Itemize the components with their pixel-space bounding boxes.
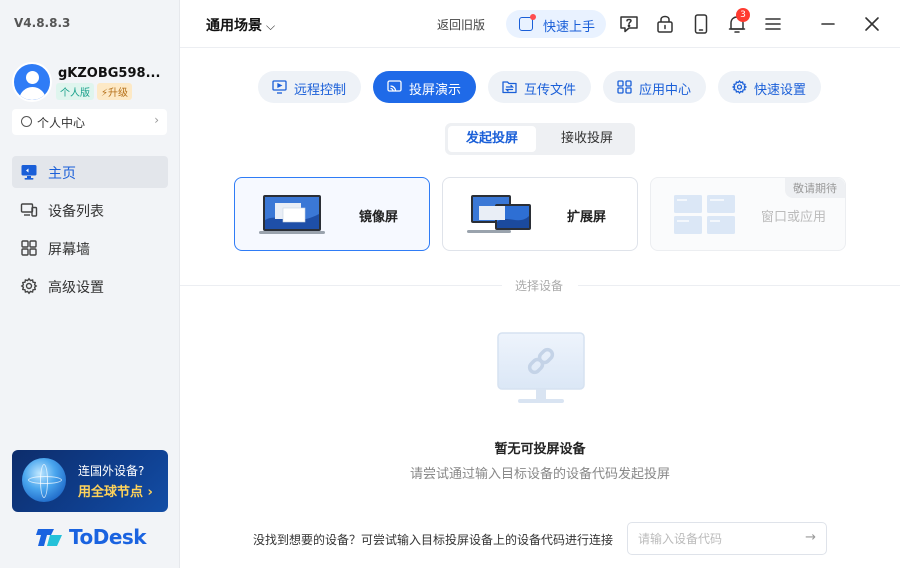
avatar[interactable] [12, 62, 52, 102]
upgrade-badge[interactable]: ⚡升级 [97, 83, 133, 100]
scene-dropdown[interactable]: 通用场景 ⌵ [206, 15, 275, 35]
quickstart-label: 快速上手 [543, 20, 596, 35]
upgrade-label: 升级 [108, 88, 129, 99]
mode-label: 窗口或应用 [761, 210, 827, 225]
tab-app-center[interactable]: 应用中心 [603, 71, 706, 103]
grid-icon [21, 240, 37, 256]
device-code-input[interactable] [638, 529, 798, 549]
tab-label: 快速设置 [754, 83, 807, 98]
new-dot [530, 14, 536, 20]
cast-direction-tabs: 发起投屏 接收投屏 [445, 123, 635, 155]
divider-line [578, 285, 900, 286]
monitor-icon [21, 165, 37, 180]
apps-icon [617, 80, 632, 94]
tab-quick-settings[interactable]: 快速设置 [718, 71, 821, 103]
sidebar-item-screen-wall[interactable]: 屏幕墙 [12, 232, 168, 264]
promo-line2: 用全球节点 › [78, 485, 153, 500]
tab-label: 远程控制 [294, 83, 347, 98]
remote-control-icon [272, 80, 287, 94]
file-transfer-icon [502, 81, 517, 94]
brand-name: ToDesk [69, 525, 147, 549]
sidebar-item-home[interactable]: 主页 [12, 156, 168, 188]
global-node-promo[interactable]: 连国外设备? 用全球节点 › [12, 450, 168, 512]
help-icon[interactable] [618, 13, 640, 35]
sidebar-nav: 主页 设备列表 屏幕墙 高级设置 [12, 156, 168, 308]
settings-icon [732, 80, 747, 94]
mode-card-extend[interactable]: 扩展屏 [442, 177, 638, 251]
lock-icon[interactable] [654, 13, 676, 35]
quickstart-button[interactable]: 快速上手 [506, 10, 606, 38]
empty-device-illustration [497, 332, 585, 403]
top-bar: 通用场景 ⌵ 返回旧版 快速上手 3 [180, 0, 900, 48]
promo-line1: 连国外设备? [78, 464, 145, 478]
tab-remote-control[interactable]: 远程控制 [258, 71, 361, 103]
mode-label: 扩展屏 [567, 210, 607, 225]
personal-center-label: 个人中心 [37, 116, 86, 130]
main-content: 远程控制 投屏演示 互传文件 应用中心 快速设置 发起投屏 接收投屏 镜像屏 扩… [180, 49, 900, 568]
app-version: V4.8.8.3 [14, 16, 71, 30]
mode-card-window-or-app: 窗口或应用 敬请期待 [650, 177, 846, 251]
device-code-hint: 没找到想要的设备？可尝试输入目标投屏设备上的设备代码进行连接 [253, 533, 614, 547]
select-device-label: 选择设备 [515, 279, 564, 293]
devices-icon [20, 203, 38, 217]
notification-count-badge: 3 [736, 8, 750, 22]
divider-line [180, 285, 502, 286]
avatar-head [26, 71, 39, 84]
sidebar: V4.8.8.3 gKZOBG598... 个人版 ⚡升级 个人中心 › 主页 [0, 0, 180, 568]
scene-label: 通用场景 [206, 18, 262, 34]
gear-icon [20, 277, 38, 295]
device-code-input-box: → [627, 522, 827, 555]
subtab-receive-cast[interactable]: 接收投屏 [543, 126, 631, 152]
phone-icon[interactable] [690, 13, 712, 35]
sidebar-item-label: 设备列表 [48, 204, 104, 220]
mode-label: 镜像屏 [359, 210, 399, 225]
extend-screen-icon [467, 195, 531, 233]
sidebar-item-label: 高级设置 [48, 280, 104, 296]
arrow-right-icon[interactable]: → [805, 530, 816, 545]
tab-screen-cast[interactable]: 投屏演示 [373, 71, 476, 103]
todesk-logo-icon [36, 529, 62, 546]
avatar-body [19, 87, 46, 100]
sidebar-item-devices[interactable]: 设备列表 [12, 194, 168, 226]
select-device-divider: 选择设备 [180, 277, 900, 293]
tab-label: 投屏演示 [409, 83, 462, 98]
back-to-old-version-link[interactable]: 返回旧版 [437, 16, 485, 33]
plan-badge: 个人版 [56, 83, 94, 100]
tab-file-transfer[interactable]: 互传文件 [488, 71, 591, 103]
globe-icon [22, 458, 66, 502]
sidebar-item-label: 主页 [48, 166, 76, 182]
personal-center-button[interactable]: 个人中心 › [12, 109, 167, 135]
mirror-screen-icon [259, 195, 325, 234]
sidebar-item-label: 屏幕墙 [48, 242, 90, 258]
sidebar-item-advanced-settings[interactable]: 高级设置 [12, 270, 168, 302]
close-icon[interactable] [861, 13, 883, 35]
username: gKZOBG598... [58, 66, 161, 81]
empty-state-title: 暂无可投屏设备 [494, 442, 586, 457]
subtab-start-cast[interactable]: 发起投屏 [448, 126, 536, 152]
cast-icon [387, 80, 402, 92]
user-circle-icon [21, 116, 32, 127]
tab-label: 应用中心 [639, 83, 692, 98]
empty-state-subtitle: 请尝试通过输入目标设备的设备代码发起投屏 [409, 467, 670, 482]
tab-label: 互传文件 [524, 83, 577, 98]
coming-soon-tag: 敬请期待 [785, 178, 845, 198]
mode-card-mirror[interactable]: 镜像屏 [234, 177, 430, 251]
minimize-icon[interactable] [817, 13, 839, 35]
menu-icon[interactable] [762, 13, 784, 35]
chevron-down-icon: ⌵ [266, 19, 276, 33]
chevron-right-icon: › [154, 113, 159, 127]
window-app-icon [674, 195, 735, 234]
